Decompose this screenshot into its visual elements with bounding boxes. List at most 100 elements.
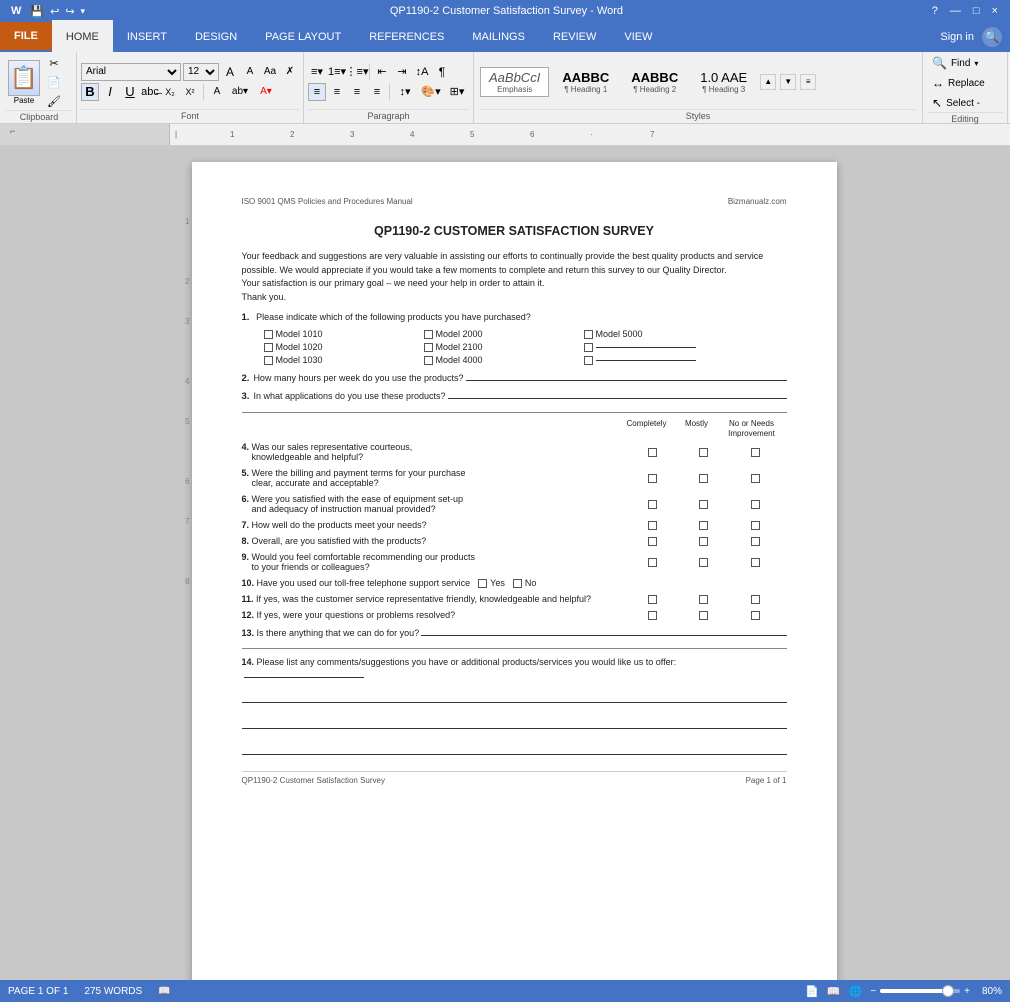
styles-scroll-up[interactable]: ▲: [760, 74, 776, 90]
tab-review[interactable]: REVIEW: [539, 22, 610, 52]
page-header: ISO 9001 QMS Policies and Procedures Man…: [242, 197, 787, 206]
multilevel-list-button[interactable]: ⋮≡▾: [348, 63, 366, 81]
decrease-indent-button[interactable]: ⇤: [373, 63, 391, 81]
style-heading1[interactable]: AABBC ¶ Heading 1: [553, 67, 618, 97]
help-btn[interactable]: ?: [928, 5, 942, 17]
styles-label: Styles: [480, 109, 916, 121]
rating-row-5: 5. Were the billing and payment terms fo…: [242, 468, 787, 488]
align-center-button[interactable]: ≡: [328, 83, 346, 101]
word-count[interactable]: 275 WORDS: [84, 986, 142, 997]
q5-text: 5. Were the billing and payment terms fo…: [242, 468, 627, 488]
line-spacing-button[interactable]: ↕▾: [393, 83, 417, 101]
quick-access-redo[interactable]: ↪: [65, 5, 74, 18]
tab-design[interactable]: DESIGN: [181, 22, 251, 52]
bullets-button[interactable]: ≡▾: [308, 63, 326, 81]
zoom-in-button[interactable]: +: [964, 986, 970, 997]
strikethrough-button[interactable]: abc̶: [141, 83, 159, 101]
rating-row-4: 4. Was our sales representative courteou…: [242, 442, 787, 462]
ruler-corner[interactable]: ⌐: [10, 126, 15, 136]
q7-text: 7. How well do the products meet your ne…: [242, 520, 627, 530]
quick-access-save[interactable]: 💾: [30, 5, 44, 18]
tab-mailings[interactable]: MAILINGS: [458, 22, 539, 52]
document-view-print[interactable]: 📄: [805, 985, 819, 998]
copy-button[interactable]: 📄: [44, 73, 64, 91]
zoom-slider[interactable]: [880, 989, 960, 993]
align-right-button[interactable]: ≡: [348, 83, 366, 101]
document-view-web[interactable]: 🌐: [849, 985, 863, 998]
search-icon[interactable]: 🔍: [982, 27, 1002, 47]
style-heading2[interactable]: AABBC ¶ Heading 2: [622, 67, 687, 97]
col-mostly: Mostly: [672, 419, 722, 438]
text-effects-button[interactable]: A: [208, 83, 226, 101]
sort-button[interactable]: ↕A: [413, 63, 431, 81]
question-13: 13. Is there anything that we can do for…: [242, 626, 787, 638]
question-11: 11. If yes, was the customer service rep…: [242, 594, 787, 604]
q8-cb3: [751, 537, 760, 546]
shading-button[interactable]: 🎨▾: [419, 83, 443, 101]
zoom-level[interactable]: 80%: [974, 986, 1002, 997]
shrink-font-button[interactable]: A: [241, 63, 259, 81]
restore-btn[interactable]: □: [969, 5, 984, 17]
q8-cb2: [699, 537, 708, 546]
zoom-out-button[interactable]: −: [870, 986, 876, 997]
underline-button[interactable]: U: [121, 83, 139, 101]
text-highlight-button[interactable]: ab▾: [228, 83, 252, 101]
select-button[interactable]: ↖ Select -: [927, 94, 1003, 112]
numbering-button[interactable]: 1≡▾: [328, 63, 346, 81]
editing-group: 🔍 Find ▾ ↔ Replace ↖ Select - Editing: [923, 52, 1008, 123]
paragraph-label: Paragraph: [308, 109, 469, 121]
clear-formatting-button[interactable]: ✗: [281, 63, 299, 81]
tab-view[interactable]: VIEW: [610, 22, 666, 52]
show-formatting-button[interactable]: ¶: [433, 63, 451, 81]
change-case-button[interactable]: Aa: [261, 63, 279, 81]
rating-row-9: 9. Would you feel comfortable recommendi…: [242, 552, 787, 572]
paste-button[interactable]: 📋 Paste: [6, 58, 42, 107]
borders-button[interactable]: ⊞▾: [445, 83, 469, 101]
styles-scroll-down[interactable]: ▼: [780, 74, 796, 90]
document-view-read[interactable]: 📖: [827, 985, 841, 998]
style-emphasis[interactable]: AaBbCcI Emphasis: [480, 67, 549, 97]
question-3: 3. In what applications do you use these…: [242, 389, 787, 402]
page-footer: QP1190-2 Customer Satisfaction Survey Pa…: [242, 771, 787, 785]
minimize-btn[interactable]: —: [946, 5, 965, 17]
close-btn[interactable]: ×: [988, 5, 1002, 17]
cut-button[interactable]: ✂: [44, 54, 64, 72]
cb-model4000: Model 4000: [424, 355, 584, 365]
subscript-button[interactable]: X₂: [161, 83, 179, 101]
product-checkboxes: Model 1010 Model 2000 Model 5000 Model 1…: [264, 329, 787, 365]
tab-references[interactable]: REFERENCES: [355, 22, 458, 52]
tab-home[interactable]: HOME: [52, 20, 113, 52]
customize-quick-access[interactable]: ▾: [81, 6, 86, 17]
quick-access-undo[interactable]: ↩: [50, 5, 59, 18]
page-count[interactable]: PAGE 1 OF 1: [8, 986, 68, 997]
q7-cb1: [648, 521, 657, 530]
justify-button[interactable]: ≡: [368, 83, 386, 101]
align-left-button[interactable]: ≡: [308, 83, 326, 101]
format-painter-button[interactable]: 🖌: [44, 92, 64, 110]
superscript-button[interactable]: X²: [181, 83, 199, 101]
sign-in[interactable]: Sign in: [940, 31, 974, 43]
q2-num: 2.: [242, 373, 250, 384]
window-controls: ? — □ ×: [928, 5, 1002, 17]
font-size-select[interactable]: 12: [183, 63, 219, 81]
q9-cb2: [699, 558, 708, 567]
font-color-button[interactable]: A▾: [254, 83, 278, 101]
italic-button[interactable]: I: [101, 83, 119, 101]
increase-indent-button[interactable]: ⇥: [393, 63, 411, 81]
find-button[interactable]: 🔍 Find ▾: [927, 54, 1003, 72]
q6-text: 6. Were you satisfied with the ease of e…: [242, 494, 627, 514]
proofing-icon[interactable]: 📖: [158, 986, 170, 997]
tab-file[interactable]: FILE: [0, 22, 52, 50]
footer-right: Page 1 of 1: [746, 776, 787, 785]
tab-insert[interactable]: INSERT: [113, 22, 181, 52]
document-page: ISO 9001 QMS Policies and Procedures Man…: [192, 162, 837, 980]
cb-model1010: Model 1010: [264, 329, 424, 339]
q7-cb2: [699, 521, 708, 530]
font-name-select[interactable]: Arial: [81, 63, 181, 81]
styles-more[interactable]: ≡: [800, 74, 816, 90]
bold-button[interactable]: B: [81, 83, 99, 101]
style-heading3[interactable]: 1.0 AAE ¶ Heading 3: [691, 67, 756, 97]
replace-button[interactable]: ↔ Replace: [927, 74, 1003, 92]
tab-page-layout[interactable]: PAGE LAYOUT: [251, 22, 355, 52]
grow-font-button[interactable]: A: [221, 63, 239, 81]
